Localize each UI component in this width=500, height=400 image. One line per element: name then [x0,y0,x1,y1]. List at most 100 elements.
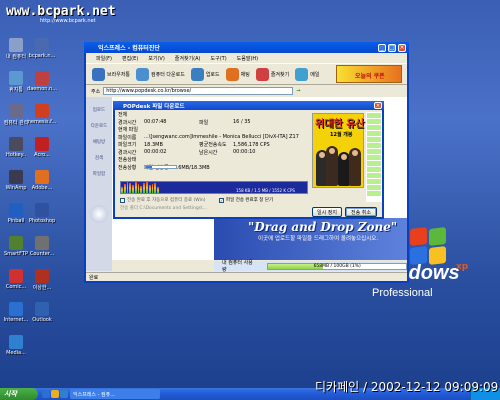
transfer-list-item[interactable] [367,155,381,160]
menu-item[interactable]: 도움말(H) [237,55,258,62]
address-input[interactable]: http://www.popdesk.co.kr/browse/ [103,87,294,95]
transfer-list-item[interactable] [367,131,381,136]
transfer-list-item[interactable] [367,125,381,130]
info-value: 18.3MB [144,141,163,148]
drag-drop-subtitle: 이곳에 업로드할 파일을 드래그하여 올려놓으십시오. [258,236,379,242]
toolbar-button-label: 업로드 [205,71,220,78]
nemesis-icon [35,104,49,118]
menu-item[interactable]: 도구(T) [211,55,227,62]
sidebar-item[interactable]: 업로드 [86,107,112,113]
transfer-list-item[interactable] [367,119,381,124]
menu-item[interactable]: 편집(E) [122,55,138,62]
desktop-icon[interactable]: Counter... [24,236,60,257]
transfer-list-item[interactable] [367,113,381,118]
info-row: 파일크기 18.3MB 평균전송속도 1,586,178 CPS [118,141,308,149]
toolbar-button[interactable]: 브라우저통 [92,67,130,81]
transfer-list-item[interactable] [367,149,381,154]
desktop-icon[interactable]: Media... [0,335,34,356]
desktop-icon[interactable]: 이상한... [24,269,60,291]
desktop-icon-label: 이상한... [32,285,52,291]
transfer-list-item[interactable] [367,167,381,172]
sidebar-item[interactable]: 검색 [86,155,112,161]
dialog-titlebar[interactable]: POPdesk 파일 다운로드 [113,101,384,110]
transfer-list-item[interactable] [367,191,381,196]
window-titlebar[interactable]: 익스프레스 - 컴퓨터진단 [84,42,409,53]
transfer-bar-text: 158 KB / 1.5 MB / 1552 K CPS [236,188,295,193]
photoshop-icon [35,203,49,217]
quicklaunch-ie-icon[interactable] [42,390,50,398]
close-after-checkbox[interactable]: ✓ 파일 전송 완료후 창 닫기 [219,197,273,203]
dialog-close-button[interactable]: × [374,102,382,109]
toolbar-button[interactable]: 메일 [295,67,319,81]
menu-item[interactable]: 즐겨찾기(A) [175,55,201,62]
browser-icon [92,67,105,81]
my-computer-icon [9,38,23,52]
address-go-icon[interactable]: → [296,88,300,94]
info-row: 경과시간 00:07:48 파일 16 / 35 [118,119,308,127]
info-row: 현재 파일 [118,126,308,134]
desktop-icon[interactable]: bcpark.n... [24,38,60,59]
transfer-list-item[interactable] [367,137,381,142]
desktop-icon[interactable]: Photoshop [24,203,60,224]
transfer-list-item[interactable] [367,143,381,148]
sidebar-item[interactable]: 파일함 [86,171,112,177]
start-label: 시작 [4,390,17,398]
ad-text: 오늘의 쿠폰 [355,73,385,80]
toolbar-button[interactable]: 컴퓨터 다운로드 [136,67,185,81]
auto-shutdown-checkbox[interactable]: 전송 완료 후 자동으로 컴퓨터 종료 (Win) [120,197,206,203]
desktop-icon-label: Outlook [32,317,52,323]
capacity-track: 658MB / 100GB (1%) [267,262,407,270]
toolbar-button-label: 컴퓨터 다운로드 [151,71,185,78]
meter-bar [132,185,134,193]
sidebar-item[interactable]: 다운로드 [86,123,112,129]
transfer-list[interactable] [366,112,382,202]
meter-bar [146,182,148,193]
poster-image [314,142,362,186]
info-row: 전체 [118,111,308,119]
transfer-list-item[interactable] [367,179,381,184]
hotkey-icon [9,137,23,151]
transfer-list-item[interactable] [367,185,381,190]
smartftp-icon [9,236,23,250]
close-button[interactable]: × [398,44,406,52]
ad-banner[interactable]: 오늘의 쿠폰 [336,65,402,83]
sidebar-item[interactable]: 채팅방 [86,139,112,145]
capacity-label: 내 컴퓨터 사용량 [222,260,253,273]
pause-button[interactable]: 일시 정지 [312,207,342,217]
desktop-icon[interactable]: nemesis.f... [24,104,60,125]
quicklaunch-media-icon[interactable] [60,390,68,398]
poster-subtitle: 12월 개봉 [330,132,353,138]
window-title: 익스프레스 - 컴퓨터진단 [98,45,160,52]
maximize-button[interactable]: □ [388,44,396,52]
toolbar-button[interactable]: 채팅 [225,67,250,81]
start-button[interactable]: 시작 [0,388,38,400]
sidebar: 업로드다운로드채팅방검색파일함 [86,97,112,271]
info-value: 00:07:48 [144,119,167,126]
desktop-icon[interactable]: Adobe... [24,170,60,191]
info-value: 00:00:02 [144,149,167,156]
desktop-icon[interactable]: Outlook [24,302,60,323]
quicklaunch-outlook-icon[interactable] [51,390,59,398]
info-label: 파일이름 [118,134,137,141]
menu-item[interactable]: 파일(F) [96,55,112,62]
desktop-icon[interactable]: Acro... [24,137,60,158]
desktop-icon[interactable]: daemon.n... [24,71,60,92]
toolbar-button[interactable]: 즐겨찾기 [255,67,289,81]
shortcut-icon [35,38,49,52]
desktop-icon-label: Acro... [34,152,50,158]
watermark-title: www.bcpark.net [6,4,116,19]
minimize-button[interactable]: _ [378,44,386,52]
info-label: 남은시간 [199,149,218,156]
transfer-list-item[interactable] [367,173,381,178]
taskbar-item-browser[interactable]: 익스프레스 - 컴퓨... [70,389,160,399]
media-icon [9,335,23,349]
toolbar-button[interactable]: 업로드 [190,67,220,81]
menu-item[interactable]: 보기(V) [148,55,165,62]
pinball-icon [9,203,23,217]
transfer-list-item[interactable] [367,161,381,166]
transfer-meter [121,182,159,193]
internet-icon [9,302,23,316]
cancel-transfer-button[interactable]: 전송 취소 [345,207,377,217]
info-row: 파일이름 ...\[sengwanc.com]Immeshile - Monica… [118,134,308,142]
status-text: 완료 [89,274,99,281]
